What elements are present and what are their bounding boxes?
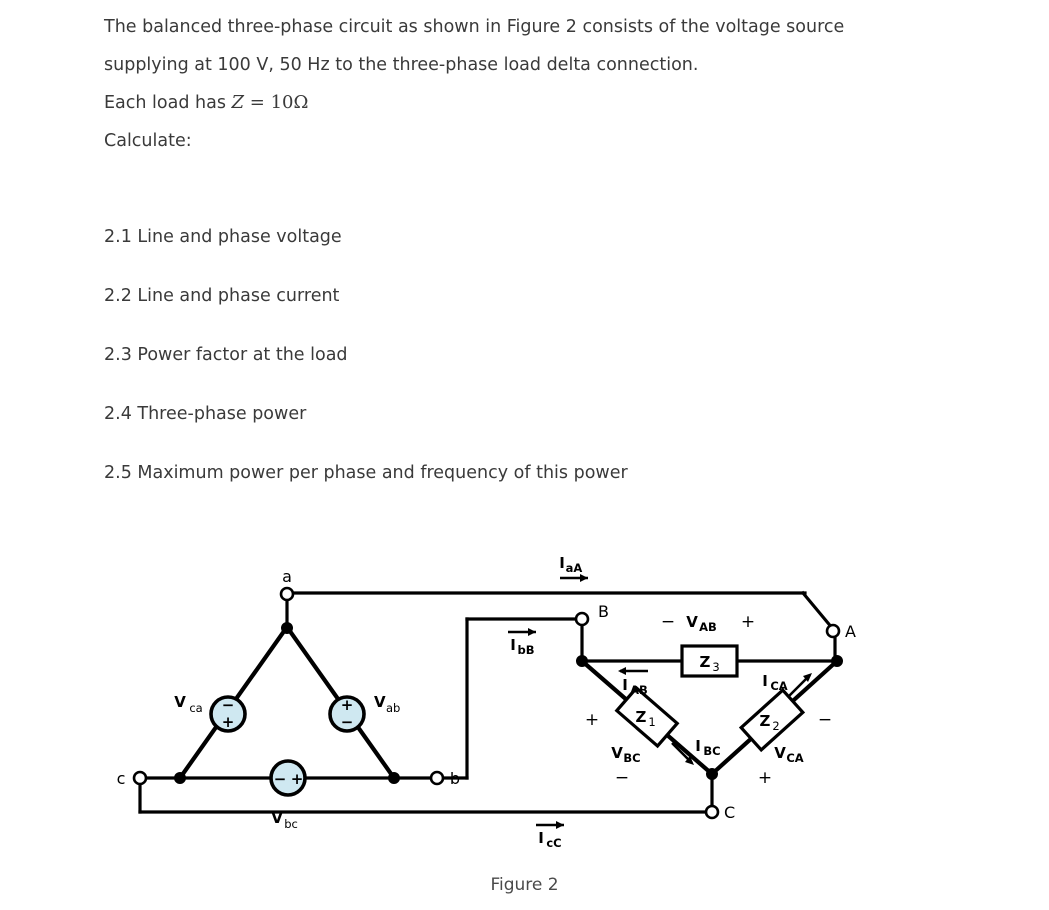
figure-caption: Figure 2	[490, 875, 559, 895]
node-load-A	[831, 655, 843, 667]
terminal-a-label: a	[282, 567, 292, 586]
source-vab-label: V	[374, 693, 386, 711]
phase-current-ica-label: I	[762, 672, 768, 690]
load-impedance-line: Each load has Z = 10Ω	[104, 84, 894, 122]
node-load-B	[576, 655, 588, 667]
voltage-vab-minus-sign: −	[661, 612, 675, 632]
phase-current-ibc-subscript: BC	[703, 744, 720, 758]
line-current-icC-arrow-head	[556, 821, 564, 829]
terminal-B-label: B	[598, 602, 609, 621]
line-current-icC-subscript: cC	[546, 836, 561, 850]
equals-sign: =	[244, 92, 271, 113]
line-current-icC: I cC	[536, 821, 564, 850]
terminal-B	[574, 611, 590, 627]
question-item-2-5: 2.5 Maximum power per phase and frequenc…	[104, 463, 628, 483]
voltage-vca-subscript: CA	[786, 751, 803, 765]
impedance-symbol: Z	[231, 92, 245, 113]
voltage-vab-label: V	[686, 613, 698, 631]
source-vbc-subscript: bc	[284, 817, 298, 831]
source-vca-bottom-sign: +	[222, 713, 235, 731]
line-current-ibB-label: I	[510, 636, 516, 654]
terminal-c-label: c	[117, 769, 126, 788]
terminal-b	[429, 770, 445, 786]
line-current-iaA-subscript: aA	[566, 561, 583, 575]
terminal-b-label: b	[450, 769, 460, 788]
problem-statement: The balanced three-phase circuit as show…	[104, 8, 894, 160]
node-source-apex	[281, 622, 293, 634]
source-vbc-label: V	[271, 809, 283, 827]
voltage-vca-plus-sign: +	[758, 768, 772, 788]
calculate-label: Calculate:	[104, 131, 192, 151]
phase-current-iab-label: I	[622, 676, 628, 694]
question-item-2-3: 2.3 Power factor at the load	[104, 345, 348, 365]
load-impedance-prefix: Each load has	[104, 93, 232, 113]
question-list: 2.1 Line and phase voltage 2.2 Line and …	[104, 208, 894, 503]
wire-line-aA-diagonal	[800, 590, 836, 632]
source-vca-top-sign: −	[222, 696, 235, 714]
ohm-unit: Ω	[293, 92, 309, 113]
voltage-vbc-subscript: BC	[623, 751, 640, 765]
impedance-z2-subscript: 2	[772, 719, 779, 733]
terminal-A-label: A	[845, 622, 856, 641]
question-item-2-4: 2.4 Three-phase power	[104, 404, 307, 424]
impedance-z3-label: Z	[700, 653, 711, 671]
voltage-vab-plus-sign: +	[741, 612, 755, 632]
phase-current-iab-arrow-head	[618, 667, 626, 675]
source-vbc-right-sign: +	[291, 770, 304, 788]
phase-current-iab-subscript: AB	[630, 683, 648, 697]
source-vca-label: V	[174, 693, 186, 711]
terminal-C-label: C	[724, 803, 735, 822]
voltage-vab-subscript: AB	[699, 620, 717, 634]
source-vab-top-sign: +	[341, 696, 354, 714]
line-current-iaA: I aA	[559, 554, 588, 582]
voltage-vbc-plus-sign: +	[585, 710, 599, 730]
terminal-c	[132, 770, 148, 786]
line-current-ibB-arrow-head	[528, 628, 536, 636]
impedance-z2-label: Z	[760, 712, 771, 730]
phase-current-ibc-label: I	[695, 737, 701, 755]
voltage-vca-minus-sign: −	[818, 710, 832, 730]
line-current-ibB: I bB	[508, 628, 536, 657]
intro-paragraph-line-2: supplying at 100 V, 50 Hz to the three-p…	[104, 55, 699, 75]
line-current-iaA-arrow-head	[580, 574, 588, 582]
circuit-diagram: − + V ca + − V ab − + V bc a c b I aA I …	[117, 554, 856, 850]
source-vab-bottom-sign: −	[341, 713, 354, 731]
intro-paragraph-line-1: The balanced three-phase circuit as show…	[104, 17, 845, 37]
source-vbc-left-sign: −	[274, 770, 287, 788]
voltage-vbc-minus-sign: −	[615, 768, 629, 788]
page-root: The balanced three-phase circuit as show…	[0, 0, 1049, 910]
phase-current-iab: I AB	[618, 667, 648, 697]
terminal-a	[279, 586, 295, 602]
impedance-z1-label: Z	[636, 708, 647, 726]
node-source-c	[174, 772, 186, 784]
figure-2: − + V ca + − V ab − + V bc a c b I aA I …	[0, 540, 1049, 910]
phase-current-ica-subscript: CA	[770, 679, 787, 693]
impedance-z1-subscript: 1	[648, 715, 655, 729]
terminal-C	[704, 804, 720, 820]
question-item-2-1: 2.1 Line and phase voltage	[104, 227, 342, 247]
node-load-C	[706, 768, 718, 780]
impedance-value: 10	[270, 92, 294, 113]
line-current-icC-label: I	[538, 829, 544, 847]
terminal-A	[825, 623, 841, 639]
impedance-z3-subscript: 3	[712, 660, 719, 674]
question-item-2-2: 2.2 Line and phase current	[104, 286, 340, 306]
source-vca-subscript: ca	[189, 701, 202, 715]
source-vab-subscript: ab	[386, 701, 400, 715]
voltage-vca-label: V	[774, 744, 786, 762]
node-source-b	[388, 772, 400, 784]
voltage-vbc-label: V	[611, 744, 623, 762]
line-current-ibB-subscript: bB	[518, 643, 535, 657]
line-current-iaA-label: I	[559, 554, 565, 572]
